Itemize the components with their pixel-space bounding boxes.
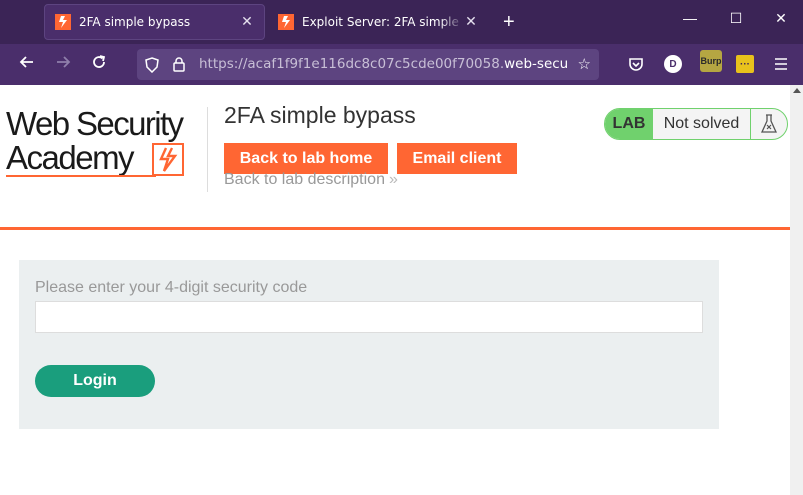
security-code-label: Please enter your 4-digit security code: [35, 279, 308, 296]
star-icon[interactable]: ☆: [578, 55, 591, 73]
lab-status-text: Not solved: [653, 109, 751, 139]
logo-text-line2: Academy: [6, 139, 135, 176]
close-tab-icon[interactable]: ✕: [240, 14, 254, 30]
burp-extension-icon[interactable]: Burp: [700, 50, 722, 72]
pocket-icon[interactable]: [627, 55, 645, 73]
tab-title: Exploit Server: 2FA simple bypass: [302, 15, 464, 29]
close-tab-icon[interactable]: ✕: [464, 14, 478, 30]
header-rule: [0, 227, 790, 230]
close-window-icon[interactable]: ✕: [771, 10, 791, 27]
back-to-lab-home-button[interactable]: Back to lab home: [224, 143, 388, 174]
page-title: 2FA simple bypass: [224, 102, 416, 128]
portswigger-favicon-icon: [55, 14, 71, 30]
email-client-button[interactable]: Email client: [397, 143, 517, 174]
security-code-form: Please enter your 4-digit security code …: [19, 260, 719, 429]
back-arrow-icon[interactable]: [16, 54, 38, 75]
lock-icon[interactable]: [173, 57, 185, 77]
web-security-academy-logo[interactable]: Web Security Academy: [6, 105, 204, 177]
tab-title: 2FA simple bypass: [79, 15, 191, 29]
back-to-lab-description-link[interactable]: Back to lab description»: [224, 171, 398, 189]
extension-icon[interactable]: ···: [736, 55, 754, 73]
flask-icon: [751, 109, 787, 139]
lightning-logo-icon: [152, 143, 184, 176]
menu-icon[interactable]: [772, 55, 790, 73]
security-code-input[interactable]: [35, 301, 703, 333]
portswigger-favicon-icon: [278, 14, 294, 30]
logo-text-line1: Web Security: [6, 105, 184, 142]
maximize-window-icon[interactable]: ☐: [726, 10, 746, 27]
browser-tab-strip: 2FA simple bypass ✕ Exploit Server: 2FA …: [0, 0, 803, 44]
shield-icon[interactable]: [145, 57, 159, 78]
header-divider: [207, 107, 208, 192]
profile-avatar[interactable]: D: [664, 55, 682, 73]
login-button[interactable]: Login: [35, 365, 155, 397]
forward-arrow-icon[interactable]: [52, 54, 74, 75]
web-page: Web Security Academy 2FA simple bypass B…: [0, 85, 790, 495]
navigation-toolbar: https://acaf1f9f1e116dc8c07c5cde00f70058…: [0, 44, 803, 85]
address-bar[interactable]: https://acaf1f9f1e116dc8c07c5cde00f70058…: [137, 49, 599, 80]
logo-underline: [6, 175, 156, 177]
back-to-description-label: Back to lab description: [224, 171, 385, 188]
reload-icon[interactable]: [88, 54, 110, 75]
tab-2fa-simple-bypass[interactable]: 2FA simple bypass ✕: [44, 4, 265, 40]
url-prefix: https://acaf1f9f1e116dc8c07c5cde00f70058…: [199, 56, 505, 72]
vertical-scrollbar[interactable]: [790, 85, 803, 495]
lab-status-widget: LAB Not solved: [604, 108, 788, 140]
chevron-right-icon: »: [388, 171, 398, 188]
tab-exploit-server[interactable]: Exploit Server: 2FA simple bypass ✕: [268, 4, 488, 40]
url-host: web-security-academy.net: [504, 56, 567, 72]
scroll-up-icon[interactable]: [793, 88, 801, 93]
lab-badge: LAB: [605, 109, 653, 139]
new-tab-icon[interactable]: +: [503, 12, 515, 32]
minimize-window-icon[interactable]: —: [680, 10, 700, 26]
url-text[interactable]: https://acaf1f9f1e116dc8c07c5cde00f70058…: [199, 56, 567, 72]
